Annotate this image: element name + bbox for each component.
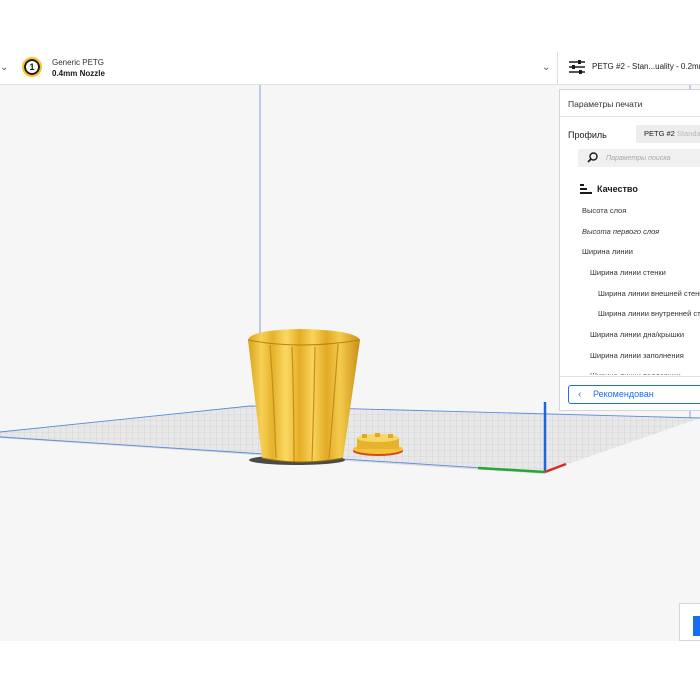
slice-button-edge[interactable] bbox=[693, 616, 700, 636]
setting-layer-height[interactable]: Высота слоя bbox=[582, 206, 626, 215]
setting-inner-wall-line-width[interactable]: Ширина линии внутренней стенки bbox=[598, 309, 700, 318]
divider bbox=[560, 116, 700, 117]
chevron-down-icon[interactable]: ⌄ bbox=[0, 62, 8, 73]
setting-outer-wall-line-width[interactable]: Ширина линии внешней стенки bbox=[598, 289, 700, 298]
cap-model bbox=[353, 433, 403, 456]
profile-label: Профиль bbox=[568, 130, 607, 140]
chevron-down-icon[interactable]: ⌄ bbox=[542, 62, 550, 73]
setting-line-width[interactable]: Ширина линии bbox=[582, 247, 633, 256]
action-panel-fragment[interactable] bbox=[679, 603, 700, 641]
top-toolbar: ⌄ 1 Generic PETG 0.4mm Nozzle ⌄ PETG #2 … bbox=[0, 52, 700, 85]
nozzle-size[interactable]: 0.4mm Nozzle bbox=[52, 69, 105, 78]
cup-model bbox=[247, 329, 361, 463]
panel-title: Параметры печати bbox=[568, 99, 643, 109]
extruder-icon[interactable]: 1 bbox=[22, 57, 42, 77]
print-settings-panel: Параметры печати Профиль PETG #2 Standar… bbox=[559, 89, 700, 411]
print-profile-summary[interactable]: PETG #2 - Stan...uality - 0.2mm bbox=[592, 62, 700, 71]
setting-infill-line-width[interactable]: Ширина линии заполнения bbox=[590, 351, 684, 360]
material-name[interactable]: Generic PETG bbox=[52, 58, 104, 67]
search-input[interactable] bbox=[606, 151, 700, 165]
settings-sliders-icon[interactable] bbox=[568, 59, 586, 75]
setting-wall-line-width[interactable]: Ширина линии стенки bbox=[590, 268, 666, 277]
setting-top-bottom-line-width[interactable]: Ширина линии дна/крышки bbox=[590, 330, 684, 339]
profile-select[interactable]: PETG #2 Standard bbox=[636, 125, 700, 143]
category-quality[interactable]: Качество bbox=[597, 184, 638, 194]
search-icon bbox=[587, 152, 598, 163]
divider bbox=[560, 376, 700, 377]
recommended-button[interactable]: ‹ Рекомендован bbox=[568, 385, 700, 404]
build-plate bbox=[0, 406, 700, 472]
profile-select-value: PETG #2 bbox=[644, 129, 675, 138]
settings-search[interactable] bbox=[578, 149, 700, 167]
quality-category-icon bbox=[580, 184, 592, 194]
setting-initial-layer-height[interactable]: Высота первого слоя bbox=[582, 227, 659, 236]
recommended-button-label: Рекомендован bbox=[593, 389, 654, 399]
chevron-left-icon: ‹ bbox=[578, 389, 582, 400]
profile-select-value-faded: Standard bbox=[676, 129, 700, 138]
toolbar-divider bbox=[557, 52, 558, 84]
